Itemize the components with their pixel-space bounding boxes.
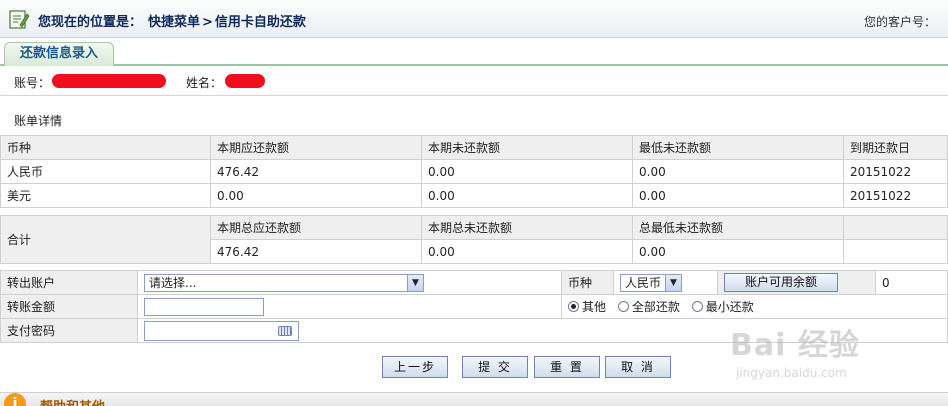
- repayment-type-cell: 其他 全部还款 最小还款: [561, 294, 948, 319]
- password-label: 支付密码: [0, 318, 138, 343]
- previous-step-button[interactable]: 上一步: [382, 356, 448, 378]
- submit-button[interactable]: 提 交: [462, 356, 528, 378]
- chevron-down-icon[interactable]: ▼: [665, 274, 681, 291]
- radio-other-label: 其他: [582, 300, 607, 314]
- watermark-url: jingyan.baidu.com: [736, 366, 847, 380]
- name-redaction: [225, 74, 265, 88]
- tab-repayment-info-entry[interactable]: 还款信息录入: [4, 42, 114, 66]
- tab-bar: 还款信息录入: [0, 38, 948, 66]
- watermark-brand: Bai 经验: [730, 328, 860, 363]
- column-header: 本期总应还款额: [210, 215, 422, 240]
- radio-full-label: 全部还款: [631, 300, 680, 314]
- column-header: 本期应还款额: [210, 135, 422, 160]
- empty-cell: [843, 239, 948, 264]
- table-cell: 0.00: [632, 183, 844, 208]
- table-cell: 人民币: [0, 159, 211, 184]
- form-row-amount: 转账金额 其他 全部还款 最小还款: [0, 294, 948, 319]
- table-row: 人民币 476.42 0.00 0.00 20151022: [0, 159, 948, 184]
- table-cell: 20151022: [843, 159, 948, 184]
- column-header: 到期还款日: [843, 135, 948, 160]
- radio-min-label: 最小还款: [705, 300, 754, 314]
- bill-details-table: 币种 本期应还款额 本期未还款额 最低未还款额 到期还款日 人民币 476.42…: [0, 135, 948, 208]
- from-account-label: 转出账户: [0, 270, 138, 295]
- amount-cell: [137, 294, 562, 319]
- table-cell: 476.42: [210, 239, 422, 264]
- radio-min[interactable]: [691, 301, 703, 312]
- radio-min-option[interactable]: 最小还款: [691, 300, 754, 314]
- password-input[interactable]: [144, 320, 299, 341]
- table-cell: 0.00: [210, 183, 422, 208]
- account-label: 账号：: [14, 76, 51, 90]
- baidu-jingyan-watermark: Bai 经验 jingyan.baidu.com: [730, 320, 860, 380]
- table-cell: 0.00: [421, 159, 633, 184]
- from-account-cell: 请选择... ▼: [137, 270, 562, 295]
- radio-full-option[interactable]: 全部还款: [617, 300, 680, 314]
- reset-button[interactable]: 重 置: [534, 356, 600, 378]
- cancel-button[interactable]: 取 消: [605, 356, 671, 378]
- column-header: 币种: [0, 135, 211, 160]
- available-balance-button[interactable]: 账户可用余额: [724, 273, 838, 292]
- currency-cell: 人民币 ▼: [613, 270, 718, 295]
- help-bar: i 帮助和其他: [0, 392, 948, 406]
- keyboard-icon[interactable]: [278, 325, 292, 336]
- help-title[interactable]: 帮助和其他: [40, 396, 105, 406]
- radio-other[interactable]: [568, 301, 579, 312]
- table-cell: 476.42: [210, 159, 422, 184]
- bill-details-title: 账单详情: [14, 114, 63, 128]
- column-header: 总最低未还款额: [632, 215, 844, 240]
- balance-button-cell: 账户可用余额: [717, 270, 876, 295]
- currency-label: 币种: [561, 270, 614, 295]
- form-row-from-account: 转出账户 请选择... ▼ 币种 人民币 ▼ 账户可用余额 0: [0, 270, 948, 295]
- radio-other-option[interactable]: 其他: [568, 300, 606, 314]
- column-header: 本期未还款额: [421, 135, 633, 160]
- currency-value: 人民币: [625, 275, 662, 290]
- total-table: 合计 本期总应还款额 本期总未还款额 总最低未还款额 476.42 0.00 0…: [0, 215, 948, 264]
- table-cell: 0.00: [632, 159, 844, 184]
- table-header-row: 合计 本期总应还款额 本期总未还款额 总最低未还款额: [0, 215, 948, 264]
- breadcrumb-quick-menu[interactable]: 快捷菜单: [148, 15, 200, 30]
- from-account-select[interactable]: 请选择... ▼: [144, 273, 424, 292]
- table-cell: 美元: [0, 183, 211, 208]
- location-label: 您现在的位置是：: [38, 15, 143, 30]
- table-header-row: 币种 本期应还款额 本期未还款额 最低未还款额 到期还款日: [0, 135, 948, 160]
- column-header: 本期总未还款额: [421, 215, 633, 240]
- chevron-down-icon[interactable]: ▼: [407, 274, 423, 291]
- table-row: 美元 0.00 0.00 0.00 20151022: [0, 183, 948, 208]
- name-label: 姓名：: [186, 76, 223, 90]
- edit-document-icon: [9, 10, 30, 29]
- column-header: 最低未还款额: [632, 135, 844, 160]
- account-number-redaction: [52, 74, 166, 88]
- top-header: 您现在的位置是： 快捷菜单 > 信用卡自助还款 您的客户号：: [0, 0, 948, 38]
- radio-full[interactable]: [617, 301, 629, 312]
- table-cell: 0.00: [632, 239, 844, 264]
- table-cell: 20151022: [843, 183, 948, 208]
- table-cell: 0.00: [421, 239, 633, 264]
- currency-select[interactable]: 人民币 ▼: [620, 273, 682, 292]
- breadcrumb-current-page: 信用卡自助还款: [214, 15, 306, 30]
- amount-input[interactable]: [144, 297, 264, 316]
- balance-value: 0: [875, 270, 948, 295]
- empty-cell: [843, 215, 948, 240]
- from-account-value: 请选择...: [149, 275, 197, 290]
- amount-label: 转账金额: [0, 294, 138, 319]
- customer-number-label: 您的客户号：: [863, 15, 936, 29]
- breadcrumb-separator: >: [202, 15, 213, 30]
- breadcrumb: 快捷菜单 > 信用卡自助还款: [148, 11, 306, 30]
- table-cell: 0.00: [421, 183, 633, 208]
- total-label: 合计: [0, 215, 211, 264]
- account-info-row: 账号： 姓名：: [0, 66, 948, 96]
- info-icon: i: [4, 393, 26, 406]
